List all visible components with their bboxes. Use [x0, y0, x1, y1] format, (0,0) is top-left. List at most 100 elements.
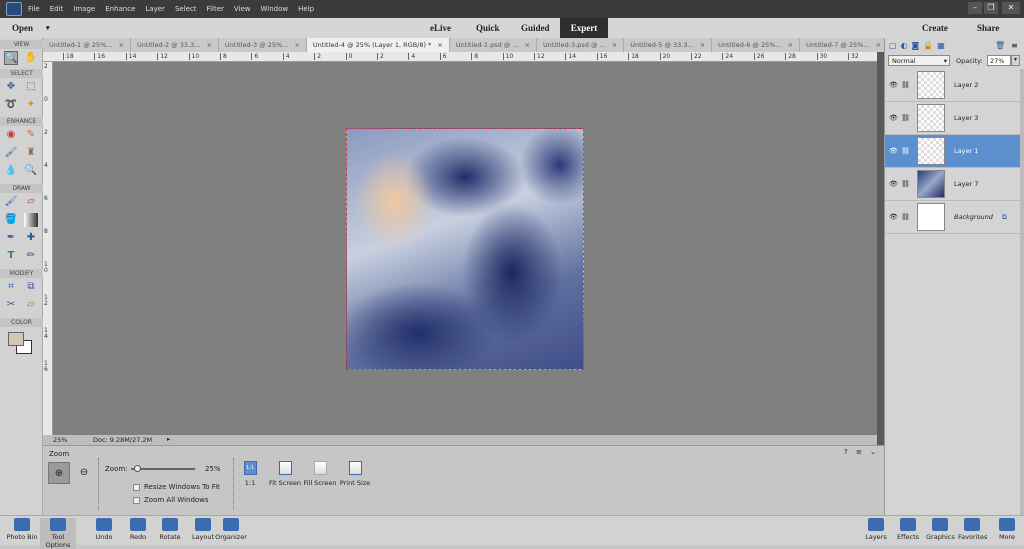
document-tab[interactable]: Untitled-6 @ 25%... × [712, 38, 801, 52]
gradient-tool-icon[interactable] [24, 213, 38, 227]
share-button[interactable]: Share [977, 18, 999, 38]
document-tab[interactable]: Untitled-1.psd @ ... × [450, 38, 537, 52]
restore-button[interactable]: ❐ [984, 2, 998, 14]
menu-edit[interactable]: Edit [50, 5, 64, 13]
menu-file[interactable]: File [28, 5, 40, 13]
fit-screen-button[interactable]: Fit Screen [268, 461, 302, 487]
create-button[interactable]: Create [922, 18, 948, 38]
clone-stamp-icon[interactable]: ♜ [24, 146, 38, 160]
taskbar-button[interactable]: Tool Options [40, 518, 76, 549]
layers-scrollbar[interactable] [1020, 69, 1024, 515]
layer-row[interactable]: 👁 ⛓ Layer 7 [885, 168, 1020, 201]
tab-close-icon[interactable]: × [700, 38, 705, 52]
opacity-input[interactable]: 27% [987, 55, 1011, 66]
menu-image[interactable]: Image [73, 5, 95, 13]
panel-button[interactable]: Effects [894, 518, 922, 541]
move-tool-icon[interactable]: ✥ [4, 80, 18, 94]
blur-tool-icon[interactable]: 💧 [4, 164, 18, 178]
menu-select[interactable]: Select [175, 5, 197, 13]
red-eye-icon[interactable]: ◉ [4, 128, 18, 142]
visibility-eye-icon[interactable]: 👁 [889, 213, 898, 221]
taskbar-button[interactable]: Redo [120, 518, 156, 541]
menu-help[interactable]: Help [298, 5, 314, 13]
taskbar-button[interactable]: Organizer [213, 518, 249, 541]
tab-close-icon[interactable]: × [294, 38, 299, 52]
tab-close-icon[interactable]: × [525, 38, 530, 52]
delete-layer-icon[interactable]: 🗑 [995, 41, 1005, 50]
zoom-in-icon[interactable]: ⊕ [48, 462, 70, 484]
recompose-tool-icon[interactable]: ⧉ [24, 280, 38, 294]
collapse-icon[interactable]: ⌄ [870, 448, 876, 456]
zoom-all-windows-checkbox[interactable]: Zoom All Windows [133, 496, 209, 504]
menu-view[interactable]: View [234, 5, 251, 13]
open-button[interactable]: Open [12, 18, 33, 38]
document-tab[interactable]: Untitled-2 @ 33.3... × [131, 38, 219, 52]
custom-shape-icon[interactable]: ✚ [24, 231, 38, 245]
layer-mask-icon[interactable]: ◙ [912, 41, 920, 50]
open-dropdown-icon[interactable]: ▾ [46, 18, 50, 38]
link-icon[interactable]: ⛓ [901, 180, 910, 188]
print-size-button[interactable]: Print Size [338, 461, 372, 487]
panel-button[interactable]: Layers [862, 518, 890, 541]
link-icon[interactable]: ⛓ [901, 213, 910, 221]
menu-window[interactable]: Window [261, 5, 289, 13]
opacity-dropdown-icon[interactable]: ▾ [1011, 55, 1020, 66]
link-icon[interactable]: ⛓ [901, 81, 910, 89]
straighten-tool-icon[interactable]: ⏥ [24, 298, 38, 312]
tab-close-icon[interactable]: × [788, 38, 793, 52]
menu-filter[interactable]: Filter [207, 5, 224, 13]
panel-button[interactable]: Graphics [926, 518, 955, 541]
menu-layer[interactable]: Layer [145, 5, 165, 13]
layer-row[interactable]: 👁 ⛓ Layer 2 [885, 69, 1020, 102]
visibility-eye-icon[interactable]: 👁 [889, 114, 898, 122]
lasso-tool-icon[interactable]: ➰ [4, 98, 18, 112]
close-button[interactable]: ✕ [1002, 2, 1020, 14]
visibility-eye-icon[interactable]: 👁 [889, 180, 898, 188]
tab-guided[interactable]: Guided [521, 18, 550, 38]
tab-close-icon[interactable]: × [876, 38, 881, 52]
document-tab[interactable]: Untitled-5 @ 33.3... × [624, 38, 713, 52]
one-to-one-button[interactable]: 1:1 1:1 [242, 461, 258, 487]
crop-tool-icon[interactable]: ⌗ [4, 280, 18, 294]
panel-button[interactable]: Favorites [958, 518, 987, 541]
status-menu-arrow-icon[interactable]: ▸ [167, 435, 170, 443]
document-tab[interactable]: Untitled-3 @ 25%... × [219, 38, 307, 52]
zoom-tool-icon[interactable]: 🔍 [4, 51, 18, 65]
sponge-tool-icon[interactable]: 🔍 [24, 164, 38, 178]
fill-screen-button[interactable]: Fill Screen [303, 461, 337, 487]
link-icon[interactable]: ⛓ [901, 114, 910, 122]
taskbar-button[interactable]: Rotate [152, 518, 188, 541]
tab-close-icon[interactable]: × [118, 38, 123, 52]
taskbar-button[interactable]: Undo [86, 518, 122, 541]
layer-row[interactable]: 👁 ⛓ Layer 1 [885, 135, 1020, 168]
blend-mode-select[interactable]: Normal ▾ [888, 55, 950, 66]
help-icon[interactable]: ? [844, 448, 848, 456]
zoom-slider-handle[interactable] [134, 465, 142, 472]
vertical-scrollbar[interactable] [877, 52, 884, 445]
lock-icon[interactable]: 🔒 [923, 41, 933, 50]
content-aware-move-icon[interactable]: ✂ [4, 298, 18, 312]
marquee-tool-icon[interactable]: ⬚ [24, 80, 38, 94]
new-layer-icon[interactable]: ▢ [889, 41, 897, 50]
tab-expert[interactable]: Expert [560, 18, 608, 38]
pencil-tool-icon[interactable]: ✏ [24, 249, 38, 263]
hand-tool-icon[interactable]: ✋ [24, 51, 38, 65]
tab-close-icon[interactable]: × [206, 38, 211, 52]
zoom-readout[interactable]: 25% [53, 436, 67, 444]
tab-elive[interactable]: eLive [430, 18, 451, 38]
menu-enhance[interactable]: Enhance [105, 5, 135, 13]
taskbar-button[interactable]: Photo Bin [4, 518, 40, 541]
document-tab[interactable]: Untitled-4 @ 25% (Layer 1, RGB/8) * × [306, 38, 450, 52]
magic-wand-icon[interactable]: ✦ [24, 98, 38, 112]
document-tab[interactable]: Untitled-7 @ 25%... × [800, 38, 889, 52]
zoom-out-icon[interactable]: ⊖ [74, 462, 94, 484]
brush-tool-icon[interactable]: 🖌 [4, 195, 18, 209]
layer-row[interactable]: 👁 ⛓ Layer 3 [885, 102, 1020, 135]
paint-bucket-icon[interactable]: 🪣 [4, 213, 18, 227]
eyedropper-icon[interactable]: ✒ [4, 231, 18, 245]
zoom-slider[interactable] [131, 465, 195, 472]
tab-close-icon[interactable]: × [437, 38, 442, 52]
smart-brush-icon[interactable]: 🖌 [4, 146, 18, 160]
document-tab[interactable]: Untitled-1 @ 25%... × [43, 38, 131, 52]
options-menu-icon[interactable]: ≡ [856, 448, 862, 456]
